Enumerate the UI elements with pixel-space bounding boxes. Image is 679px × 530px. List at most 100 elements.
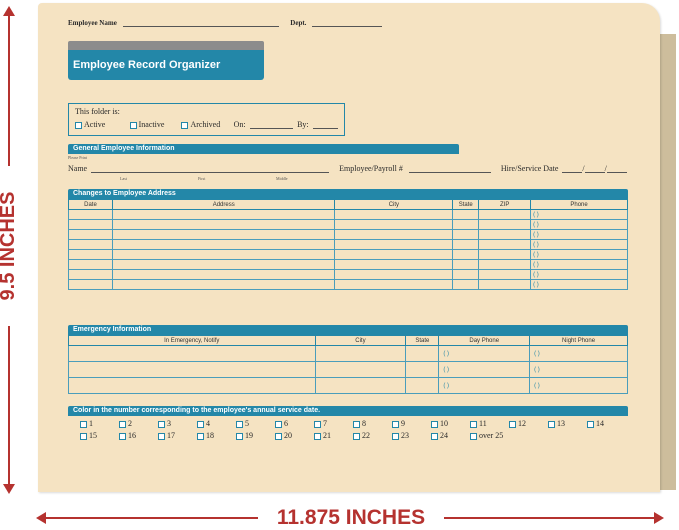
year-option[interactable]: 6 (275, 419, 314, 428)
address-cell[interactable] (111, 249, 336, 260)
year-option[interactable]: 14 (587, 419, 626, 428)
phone-cell[interactable]: ( ) (530, 279, 628, 290)
address-cell[interactable] (452, 239, 480, 250)
year-option[interactable]: 11 (470, 419, 509, 428)
emergency-cell[interactable] (314, 345, 407, 362)
year-option[interactable]: 2 (119, 419, 158, 428)
payroll-line[interactable] (408, 164, 491, 173)
address-cell[interactable] (452, 209, 480, 220)
emergency-cell[interactable] (68, 345, 316, 362)
emergency-cell[interactable] (405, 361, 440, 378)
phone-cell[interactable]: ( ) (530, 249, 628, 260)
phone-cell[interactable]: ( ) (530, 259, 628, 270)
status-active[interactable]: Active (75, 120, 105, 129)
year-option[interactable]: 5 (236, 419, 275, 428)
year-option[interactable]: 3 (158, 419, 197, 428)
address-cell[interactable] (68, 259, 113, 270)
address-cell[interactable] (68, 249, 113, 260)
night-phone-cell[interactable]: ( ) (529, 377, 628, 394)
hire-year-line[interactable] (606, 164, 627, 173)
address-cell[interactable] (68, 279, 113, 290)
year-option[interactable]: 24 (431, 431, 470, 440)
hire-month-line[interactable] (562, 164, 583, 173)
by-label: By: (297, 120, 309, 129)
year-option[interactable]: 15 (80, 431, 119, 440)
on-line[interactable] (249, 120, 294, 129)
status-archived[interactable]: Archived (181, 120, 220, 129)
address-cell[interactable] (478, 249, 532, 260)
address-cell[interactable] (68, 269, 113, 280)
phone-cell[interactable]: ( ) (530, 219, 628, 230)
day-phone-cell[interactable]: ( ) (438, 361, 531, 378)
year-option[interactable]: 4 (197, 419, 236, 428)
phone-cell[interactable]: ( ) (530, 239, 628, 250)
year-option[interactable]: 7 (314, 419, 353, 428)
year-option[interactable]: 12 (509, 419, 548, 428)
address-cell[interactable] (452, 219, 480, 230)
phone-cell[interactable]: ( ) (530, 269, 628, 280)
address-cell[interactable] (478, 229, 532, 240)
address-cell[interactable] (452, 279, 480, 290)
address-cell[interactable] (68, 219, 113, 230)
status-inactive[interactable]: Inactive (129, 120, 164, 129)
address-cell[interactable] (111, 229, 336, 240)
address-cell[interactable] (452, 259, 480, 270)
address-cell[interactable] (478, 209, 532, 220)
address-cell[interactable] (111, 209, 336, 220)
address-cell[interactable] (111, 259, 336, 270)
address-cell[interactable] (478, 239, 532, 250)
year-option[interactable]: over 25 (470, 431, 509, 440)
by-line[interactable] (312, 120, 338, 129)
year-option[interactable]: 22 (353, 431, 392, 440)
address-cell[interactable] (111, 269, 336, 280)
address-cell[interactable] (452, 249, 480, 260)
address-cell[interactable] (334, 239, 454, 250)
emergency-cell[interactable] (68, 377, 316, 394)
address-cell[interactable] (478, 219, 532, 230)
address-cell[interactable] (334, 209, 454, 220)
year-option[interactable]: 8 (353, 419, 392, 428)
address-cell[interactable] (334, 269, 454, 280)
address-cell[interactable] (452, 229, 480, 240)
address-cell[interactable] (478, 279, 532, 290)
year-option[interactable]: 19 (236, 431, 275, 440)
phone-cell[interactable]: ( ) (530, 229, 628, 240)
emergency-cell[interactable] (68, 361, 316, 378)
night-phone-cell[interactable]: ( ) (529, 345, 628, 362)
hire-day-line[interactable] (584, 164, 605, 173)
name-line[interactable] (91, 164, 330, 173)
year-option[interactable]: 1 (80, 419, 119, 428)
year-option[interactable]: 20 (275, 431, 314, 440)
address-cell[interactable] (334, 279, 454, 290)
phone-cell[interactable]: ( ) (530, 209, 628, 220)
address-cell[interactable] (334, 229, 454, 240)
year-option[interactable]: 18 (197, 431, 236, 440)
checkbox-icon (236, 420, 243, 428)
address-cell[interactable] (111, 239, 336, 250)
address-cell[interactable] (68, 209, 113, 220)
address-cell[interactable] (334, 249, 454, 260)
address-cell[interactable] (68, 239, 113, 250)
emergency-cell[interactable] (314, 377, 407, 394)
address-cell[interactable] (478, 259, 532, 270)
year-option[interactable]: 17 (158, 431, 197, 440)
day-phone-cell[interactable]: ( ) (438, 345, 531, 362)
year-option[interactable]: 10 (431, 419, 470, 428)
year-option[interactable]: 16 (119, 431, 158, 440)
address-cell[interactable] (334, 219, 454, 230)
year-option[interactable]: 13 (548, 419, 587, 428)
address-cell[interactable] (452, 269, 480, 280)
address-cell[interactable] (68, 229, 113, 240)
address-cell[interactable] (334, 259, 454, 270)
year-option[interactable]: 21 (314, 431, 353, 440)
year-option[interactable]: 9 (392, 419, 431, 428)
emergency-cell[interactable] (405, 377, 440, 394)
year-option[interactable]: 23 (392, 431, 431, 440)
address-cell[interactable] (111, 279, 336, 290)
night-phone-cell[interactable]: ( ) (529, 361, 628, 378)
address-cell[interactable] (478, 269, 532, 280)
day-phone-cell[interactable]: ( ) (438, 377, 531, 394)
emergency-cell[interactable] (314, 361, 407, 378)
address-cell[interactable] (111, 219, 336, 230)
emergency-cell[interactable] (405, 345, 440, 362)
